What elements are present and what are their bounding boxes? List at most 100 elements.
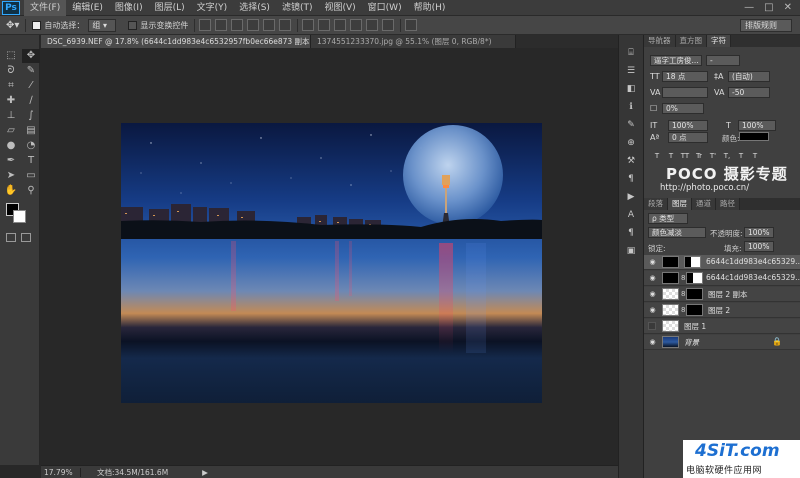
tab-character[interactable]: 字符 [707,35,731,47]
brush-presets-icon[interactable]: ✎ [624,119,638,131]
menu-layer[interactable]: 图层(L) [149,0,191,16]
menu-file[interactable]: 文件(F) [24,0,67,16]
healing-tool-icon[interactable]: ✚ [2,94,20,108]
paragraph-icon[interactable]: ¶ [624,173,638,185]
superscript-button[interactable]: T' [708,151,718,161]
photoshop-logo-icon[interactable]: Ps [2,0,20,15]
distribute-left-icon[interactable] [350,19,363,31]
small-caps-button[interactable]: Tr [694,151,704,161]
align-hcenter-icon[interactable] [263,19,276,31]
menu-select[interactable]: 选择(S) [233,0,276,16]
character-styles-icon[interactable]: A [624,209,638,221]
stamp-tool-icon[interactable]: ⊥ [2,109,20,123]
clone-source-icon[interactable]: ⊕ [624,137,638,149]
layer-name[interactable]: 背景 [684,337,699,348]
document-canvas-image[interactable] [121,123,542,403]
adjustments-icon[interactable]: ◧ [624,83,638,95]
minimize-icon[interactable]: — [744,2,754,13]
tab-document-active[interactable]: DSC_6939.NEF @ 17.8% (6644c1dd983e4c6532… [41,35,311,48]
layer-mask-thumbnail[interactable] [686,304,703,316]
visibility-eye-icon[interactable]: ◉ [648,338,657,346]
layer-row[interactable]: ◉ 6644c1dd983e4c65329... [644,255,800,270]
auto-select-dropdown[interactable]: 组 ▾ [88,18,117,32]
menu-window[interactable]: 窗口(W) [362,0,408,16]
align-right-icon[interactable] [279,19,292,31]
menu-edit[interactable]: 编辑(E) [66,0,109,16]
menu-type[interactable]: 文字(Y) [191,0,234,16]
close-icon[interactable]: ✕ [784,2,792,13]
faux-bold-button[interactable]: T [652,151,662,161]
strikethrough-button[interactable]: T [750,151,760,161]
align-left-icon[interactable] [247,19,260,31]
zoom-level[interactable]: 17.79% [41,467,81,477]
layer-row[interactable]: ◉ 8 图层 2 副本 [644,287,800,302]
zoom-tool-icon[interactable]: ⚲ [22,184,40,198]
distribute-right-icon[interactable] [382,19,395,31]
align-top-icon[interactable] [199,19,212,31]
brush-tool-icon[interactable]: ∕ [22,94,40,108]
layer-mask-thumbnail[interactable] [686,288,703,300]
layer-row[interactable]: ◉ 8 图层 2 [644,303,800,318]
maximize-icon[interactable]: □ [764,2,773,13]
menu-help[interactable]: 帮助(H) [408,0,452,16]
eyedropper-tool-icon[interactable]: ⁄ [22,79,40,93]
actions-icon[interactable]: ▶ [624,191,638,203]
layer-name[interactable]: 图层 2 副本 [708,289,748,300]
font-style-select[interactable]: - [706,55,740,66]
layer-mask-thumbnail[interactable] [686,272,703,284]
layer-row[interactable]: ◉ 背景 🔒 [644,335,800,350]
layer-row[interactable]: 图层 1 [644,319,800,334]
font-size-field[interactable]: 18 点 [662,71,708,82]
shape-tool-icon[interactable]: ▭ [22,169,40,183]
visibility-eye-icon[interactable]: ◉ [648,306,657,314]
blur-tool-icon[interactable]: ● [2,139,20,153]
dodge-tool-icon[interactable]: ◔ [22,139,40,153]
layer-name[interactable]: 图层 1 [684,321,706,332]
baseline-field[interactable]: 0 点 [668,132,708,143]
fill-field[interactable]: 100% [744,241,774,252]
horizontal-scale-field[interactable]: 100% [738,120,776,131]
marquee-tool-icon[interactable]: ⬚ [2,49,20,63]
underline-button[interactable]: T [736,151,746,161]
workspace-dropdown[interactable]: 排版规则 [740,19,792,32]
history-icon[interactable]: ⌸ [624,47,638,59]
distribute-vcenter-icon[interactable] [318,19,331,31]
path-select-tool-icon[interactable]: ➤ [2,169,20,183]
lasso-tool-icon[interactable]: ᘐ [2,64,20,78]
align-vcenter-icon[interactable] [215,19,228,31]
font-family-select[interactable]: 逼字工房俊... [650,55,702,66]
tab-document-inactive[interactable]: 1374551233370.jpg @ 55.1% (图层 0, RGB/8*) [311,35,516,48]
opacity-field[interactable]: 100% [744,227,774,238]
canvas-area[interactable] [41,48,618,465]
eraser-tool-icon[interactable]: ▱ [2,124,20,138]
quick-select-tool-icon[interactable]: ✎ [22,64,40,78]
menu-view[interactable]: 视图(V) [318,0,361,16]
crop-tool-icon[interactable]: ⌗ [2,79,20,93]
distribute-hcenter-icon[interactable] [366,19,379,31]
faux-italic-button[interactable]: T [666,151,676,161]
visibility-off-icon[interactable] [648,322,656,330]
type-tool-icon[interactable]: T [22,154,40,168]
leading-field[interactable]: (自动) [728,71,770,82]
hand-tool-icon[interactable]: ✋ [2,184,20,198]
layer-row[interactable]: ◉ 8 6644c1dd983e4c65329... [644,271,800,286]
quick-mask-icon[interactable] [6,233,16,242]
layer-name[interactable]: 6644c1dd983e4c65329... [706,257,800,266]
align-bottom-icon[interactable] [231,19,244,31]
text-color-swatch[interactable] [739,132,769,141]
layer-name[interactable]: 6644c1dd983e4c65329... [706,273,800,282]
layer-name[interactable]: 图层 2 [708,305,730,316]
properties-icon[interactable]: ☰ [624,65,638,77]
visibility-eye-icon[interactable]: ◉ [648,258,657,266]
menu-image[interactable]: 图像(I) [109,0,149,16]
tracking-field[interactable]: -50 [728,87,770,98]
layer-mask-thumbnail[interactable] [684,256,701,268]
show-transform-checkbox[interactable] [128,20,138,30]
auto-select-checkbox[interactable] [32,20,42,30]
auto-align-icon[interactable] [405,19,418,31]
layer-filter-select[interactable]: ρ 类型 [648,213,688,224]
vertical-scale-field[interactable]: 100% [668,120,708,131]
status-menu-arrow-icon[interactable]: ▶ [202,468,208,477]
move-tool-icon[interactable]: ✥ [22,49,40,63]
background-color-swatch[interactable] [13,210,26,223]
